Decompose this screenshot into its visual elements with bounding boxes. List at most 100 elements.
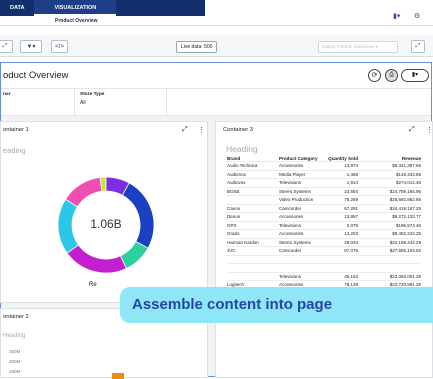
table-row: Grado Accessories 14,203 $9,452,243.25 (226, 229, 422, 238)
page-menu-button[interactable]: ▮▾ (401, 69, 429, 82)
filter-bar: nar Store Type All (1, 88, 431, 117)
expand-icon[interactable]: ⤢ (0, 40, 13, 53)
table-cell: $34,419,167.25 (359, 203, 422, 213)
table-cell: Canon (226, 203, 278, 213)
table-cell: GPX (226, 220, 278, 230)
table-row (226, 254, 422, 264)
table-cell: Stereo Systems (278, 186, 326, 196)
container-3-panel: Container 3 ⤢ ⋮ Heading Brand Product Ca… (215, 121, 433, 378)
filter-label-store-type: Store Type (80, 92, 105, 97)
table-row: Audio Technica Accessories 13,974 $9,341,39… (226, 161, 422, 170)
table-cell: $23,063,001.25 (359, 271, 422, 281)
table-row: Denon Accessories 13,867 $9,272,133.77 (226, 212, 422, 221)
container-3-title: Container 3 (223, 127, 253, 133)
table-row: Audiovox Televisions 1,914 $274,014.46 (226, 178, 422, 187)
filter-button[interactable]: ▼▾ (20, 40, 42, 53)
table-cell: Accessories (278, 212, 326, 221)
live-data-badge[interactable]: Live data: 500 (176, 41, 218, 53)
table-cell: Video Production (278, 195, 326, 204)
filter-divider (166, 89, 167, 117)
fullscreen-icon[interactable]: ⤢ (411, 40, 425, 53)
table-row: Canon Camcorder 67,291 $34,419,167.25 (226, 203, 422, 213)
table-row: JVC Camcorder 67,075 $27,565,104.52 (226, 246, 422, 255)
y-tick-label: 250M (9, 369, 21, 374)
expand-icon[interactable]: ⤢ (409, 126, 415, 134)
table-row: AudioVox Media Player 1,468 $148,343.85 (226, 169, 422, 179)
container-2-heading: Heading (3, 333, 26, 339)
table-cell: $9,272,133.77 (359, 212, 422, 221)
table-cell: Harman Kardon (226, 237, 278, 247)
donut-slice[interactable] (121, 182, 155, 249)
table-cell: Media Player (278, 169, 326, 179)
table-row: Harman Kardon Stereo Systems 29,034 $22,188… (226, 237, 422, 247)
table-cell: Stereo Systems (278, 237, 326, 247)
donut-chart: 1.06B (57, 176, 155, 274)
table-cell: BOSE (226, 186, 278, 196)
table-cell: AudioVox (226, 169, 278, 179)
page-title: oduct Overview (3, 70, 69, 81)
table-cell (226, 271, 278, 281)
table-cell: Audiovox (226, 178, 278, 187)
layout-menu-icon[interactable]: ▮▾ (393, 12, 400, 20)
table-cell: Accessories (278, 229, 326, 238)
table-cell: $22,188,444.29 (359, 237, 422, 247)
table-cell: 45,153 (326, 271, 359, 281)
banner: Assemble content into page (120, 287, 433, 323)
container-3-heading: Heading (226, 144, 258, 154)
table-cell (278, 254, 326, 264)
table-cell: 1,914 (326, 178, 359, 187)
tab-data[interactable]: DATA (0, 0, 34, 16)
table-row (226, 263, 422, 272)
table-cell: Audio Technica (226, 161, 278, 170)
code-icon[interactable]: </> (51, 40, 68, 53)
output-format-select[interactable]: Output Format: Interactive ▾ (318, 41, 398, 53)
table-cell: Grado (226, 229, 278, 238)
donut-label: Re (89, 282, 97, 288)
container-1-panel: ontainer 1 ⤢ ⋮ eading 1.06B Re (0, 121, 208, 303)
tab-strip: DATA VISUALIZATION (0, 0, 205, 16)
table-cell: 2,079 (326, 220, 359, 230)
table-cell (226, 254, 278, 264)
table-row: GPX Televisions 2,079 $196,574.46 (226, 220, 422, 230)
table-cell: $274,014.46 (359, 178, 422, 187)
table-cell: $148,343.85 (359, 169, 422, 179)
donut-slice[interactable] (66, 244, 127, 274)
filter-divider (74, 89, 75, 117)
y-tick-label: 300M (9, 359, 21, 364)
table-cell: Televisions (278, 178, 326, 187)
settings-icon[interactable]: ⚙ (414, 12, 420, 20)
tab-visualization[interactable]: VISUALIZATION (34, 0, 117, 16)
table-cell (226, 263, 278, 272)
table-cell (226, 195, 278, 204)
table-cell: 67,075 (326, 246, 359, 255)
table-cell (359, 263, 422, 272)
table-cell: $9,341,397.65 (359, 161, 422, 170)
table-row: Televisions 45,153 $23,063,001.25 (226, 271, 422, 281)
table-cell: 78,259 (326, 195, 359, 204)
page-header: oduct Overview ⟳ ⎙ ▮▾ (1, 63, 431, 88)
donut-slice[interactable] (57, 198, 80, 254)
table-cell: Denon (226, 212, 278, 221)
toolbar: ⤢ ▼▾ </> Live data: 500 Output Format: I… (0, 35, 433, 57)
table-cell: Accessories (278, 161, 326, 170)
table-cell (326, 263, 359, 272)
container-2-title: ontainer 2 (3, 314, 29, 320)
table-cell (326, 254, 359, 264)
column-header[interactable]: Quantity Sold (326, 156, 359, 162)
table-cell: $27,565,104.52 (359, 246, 422, 255)
table-cell: $9,452,243.25 (359, 229, 422, 238)
refresh-icon[interactable]: ⟳ (368, 69, 381, 82)
filter-label: nar (3, 92, 11, 97)
table-cell: 67,291 (326, 203, 359, 213)
table-row: BOSE Stereo Systems 23,584 $24,759,165.96 (226, 186, 422, 196)
donut-center-value: 1.06B (90, 217, 121, 231)
filter-value-store-type[interactable]: All (80, 100, 86, 106)
table-cell (359, 254, 422, 264)
export-icon[interactable]: ⎙ (385, 69, 398, 82)
table-cell: Camcorder (278, 203, 326, 213)
top-bar: DATA VISUALIZATION Product Overview ▮▾ ⚙ (0, 0, 433, 26)
more-icon[interactable]: ⋮ (426, 126, 433, 134)
table-cell: JVC (226, 246, 278, 255)
table-cell: 1,468 (326, 169, 359, 179)
table-cell: 13,974 (326, 161, 359, 170)
